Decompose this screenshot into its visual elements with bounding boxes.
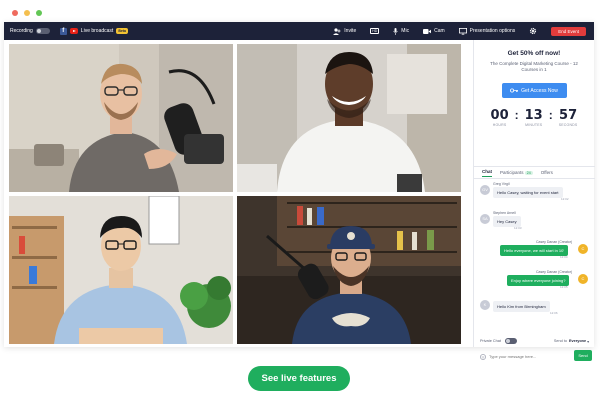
minimize-dot[interactable] [24,10,30,16]
message-sender: Stephen Arnell [493,211,516,215]
add-user-icon [333,27,341,35]
message-sender: Greg Virgil [493,182,510,186]
tab-participants-label: Participants [500,170,524,175]
end-event-button[interactable]: End Event [551,26,586,36]
timer-hours: 00 HOURS [491,108,509,127]
maximize-dot[interactable] [36,10,42,16]
tab-offers[interactable]: Offers [541,170,553,175]
right-sidebar: Get 50% off now! The Complete Digital Ma… [473,40,595,362]
settings-button[interactable] [529,27,537,35]
recording-label: Recording [10,28,33,34]
video-tile-participant-4[interactable] [237,196,461,344]
chat-messages: GV Greg Virgil Hello Casey, waiting for … [474,182,595,320]
tab-participants[interactable]: Participants 24 [500,170,533,175]
message-bubble: Hello Casey, waiting for event start [493,187,563,198]
camera-icon [423,28,432,34]
send-button[interactable]: Send [574,350,592,361]
beta-badge: Beta [116,28,128,34]
see-live-features-button[interactable]: See live features [248,366,350,391]
promo-panel: Get 50% off now! The Complete Digital Ma… [474,40,594,127]
microphone-icon [393,27,399,35]
hd-button[interactable]: HD [370,28,380,34]
cam-label: Cam [434,28,445,34]
message-sender: Casey Danan (Creator) [536,270,573,274]
timer-separator: : [548,108,553,122]
close-dot[interactable] [12,10,18,16]
get-access-button[interactable]: Get Access Now [501,83,567,98]
recording-control[interactable]: Recording [10,28,50,34]
timer-seconds: 57 SECONDS [559,108,578,127]
promo-title: Get 50% off now! [507,50,561,57]
private-chat-label: Private Chat [480,339,501,343]
participant-2-video [237,44,461,192]
emoji-icon[interactable] [480,354,486,360]
participant-1-video [9,44,233,192]
get-access-label: Get Access Now [521,87,558,94]
avatar: C [578,274,588,284]
presentation-label: Presentation options [469,28,516,34]
timer-minutes-value: 13 [524,108,543,123]
mic-label: Mic [401,28,410,34]
timer-seconds-value: 57 [559,108,578,123]
video-tile-participant-2[interactable] [237,44,461,192]
youtube-icon [69,28,78,34]
timer-minutes-label: MINUTES [525,123,543,127]
message-time: 12:04 [560,255,568,259]
avatar: K [480,300,490,310]
timer-minutes: 13 MINUTES [525,108,543,127]
message-input[interactable] [489,350,569,362]
avatar: SA [480,214,490,224]
timer-separator: : [514,108,519,122]
sidebar-tabs: Chat Participants 24 Offers [474,166,595,179]
mic-button[interactable]: Mic [393,27,410,35]
message-time: 12:05 [560,285,568,289]
invite-label: Invite [344,28,357,34]
participant-4-video [237,196,461,344]
participant-3-video [9,196,233,344]
timer-hours-label: HOURS [492,123,507,127]
timer-seconds-label: SECONDS [558,123,578,127]
message-bubble: Hello Kim from Birmingham [493,301,550,312]
gear-icon [530,27,537,35]
message-time: 12:06 [550,311,558,315]
recording-toggle[interactable] [35,28,50,34]
message-bubble: Hello everyone, we will start in 10' [500,245,569,256]
timer-hours-value: 00 [490,108,509,123]
invite-button[interactable]: Invite [333,27,357,35]
presentation-icon [458,27,467,35]
video-grid [9,44,461,344]
presentation-options-button[interactable]: Presentation options [458,27,516,35]
avatar: GV [480,185,490,195]
avatar: C [578,244,588,254]
live-broadcast-control[interactable]: f Live broadcast Beta [59,27,128,35]
tab-chat[interactable]: Chat [482,169,492,177]
live-broadcast-label: Live broadcast [80,28,114,34]
key-icon [510,88,519,93]
participants-count-badge: 24 [524,171,533,175]
video-tile-participant-3[interactable] [9,196,233,344]
window-controls [12,10,42,16]
video-tile-participant-1[interactable] [9,44,233,192]
message-time: 12:03 [514,226,522,230]
message-time: 12:02 [561,197,569,201]
message-sender: Casey Danan (Creator) [536,240,573,244]
cam-button[interactable]: Cam [423,28,445,34]
countdown-timer: 00 HOURS : 13 MINUTES : 57 SECONDS [474,108,594,127]
facebook-icon: f [59,27,67,35]
chevron-down-icon: ▾ [587,339,589,344]
top-bar: Recording f Live broadcast Beta Invite H… [4,22,594,40]
send-to-label: Send to [553,339,567,343]
chat-footer: Private Chat Send to Everyone ▾ [474,336,595,346]
hd-label: HD [370,28,380,34]
app-window: Recording f Live broadcast Beta Invite H… [4,22,595,362]
promo-subtitle: The Complete Digital Marketing Course - … [490,61,578,72]
send-to-select[interactable]: Everyone [569,339,586,343]
private-chat-toggle[interactable] [504,338,517,344]
